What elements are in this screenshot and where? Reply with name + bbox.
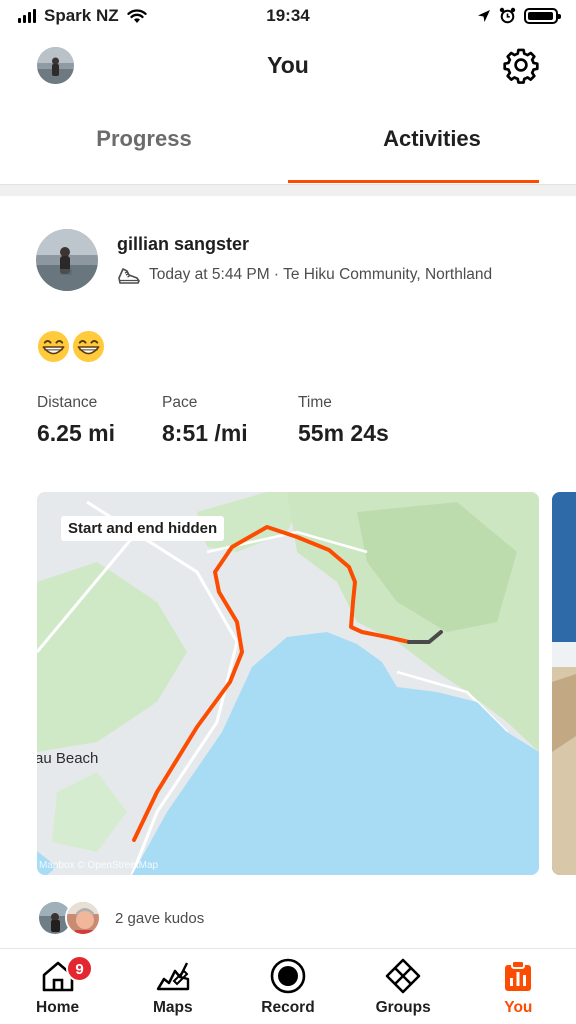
stat-label: Pace [162, 394, 198, 411]
kudos-row[interactable]: 2 gave kudos [37, 900, 204, 936]
activity-stats: Distance 6.25 mi Pace 8:51 /mi Time 55m … [37, 394, 389, 447]
kudo-avatar [65, 900, 101, 936]
settings-button[interactable] [502, 46, 540, 84]
tabbar-item-home[interactable]: 9 Home [0, 949, 115, 1024]
map-canvas [37, 492, 539, 875]
shoe-icon [118, 268, 140, 284]
tab-progress[interactable]: Progress [0, 108, 288, 184]
location-arrow-icon [478, 9, 490, 22]
activity-meta: Today at 5:44 PM · Te Hiku Community, No… [117, 264, 492, 286]
athlete-avatar[interactable] [36, 229, 98, 291]
stat-time: Time 55m 24s [298, 394, 389, 447]
bottom-tab-bar: 9 Home Maps Record Groups You [0, 948, 576, 1024]
tab-selected-indicator [288, 180, 539, 183]
tab-activities[interactable]: Activities [288, 108, 576, 184]
groups-icon [385, 958, 421, 994]
tabbar-label: Home [36, 999, 80, 1016]
athlete-name[interactable]: gillian sangster [117, 234, 249, 255]
activity-photo[interactable] [552, 492, 576, 875]
record-icon [270, 958, 306, 994]
activity-card[interactable]: gillian sangster Today at 5:44 PM · Te H… [0, 196, 576, 948]
map-privacy-badge: Start and end hidden [61, 516, 225, 541]
activity-description [37, 330, 105, 363]
segmented-tabs: Progress Activities [0, 108, 576, 184]
route-map[interactable]: Start and end hidden au Beach Mapbox © O… [37, 492, 539, 875]
gear-icon [503, 48, 539, 84]
nav-header: You [0, 34, 576, 98]
stat-label: Distance [37, 394, 98, 411]
notification-badge: 9 [66, 955, 93, 982]
page-title: You [267, 52, 309, 78]
stat-distance: Distance 6.25 mi [37, 394, 162, 447]
status-right [477, 7, 561, 24]
tabbar-item-maps[interactable]: Maps [115, 949, 230, 1024]
map-place-label: au Beach [37, 750, 99, 767]
grinning-face-icon [72, 330, 105, 363]
stat-value: 6.25 mi [37, 420, 115, 446]
tabbar-label: You [504, 999, 533, 1016]
tabbar-item-you[interactable]: You [461, 949, 576, 1024]
stat-value: 55m 24s [298, 420, 389, 446]
kudos-count[interactable]: 2 gave kudos [115, 910, 204, 927]
tabbar-item-record[interactable]: Record [230, 949, 345, 1024]
stat-value: 8:51 /mi [162, 420, 248, 446]
you-icon [505, 960, 532, 991]
status-bar: Spark NZ 19:34 [0, 0, 576, 34]
activity-meta-text: Today at 5:44 PM · Te Hiku Community, No… [149, 266, 493, 283]
maps-icon [156, 962, 189, 991]
stat-label: Time [298, 394, 332, 411]
grinning-face-icon [37, 330, 70, 363]
tabbar-label: Maps [152, 999, 193, 1016]
tabbar-label: Record [261, 999, 315, 1016]
map-attribution[interactable]: Mapbox © OpenStreetMap [39, 860, 158, 871]
section-divider [0, 184, 576, 196]
tabbar-label: Groups [375, 999, 431, 1016]
alarm-clock-icon [499, 7, 516, 24]
tabbar-item-groups[interactable]: Groups [346, 949, 461, 1024]
battery-icon [524, 7, 561, 24]
stat-pace: Pace 8:51 /mi [162, 394, 298, 447]
